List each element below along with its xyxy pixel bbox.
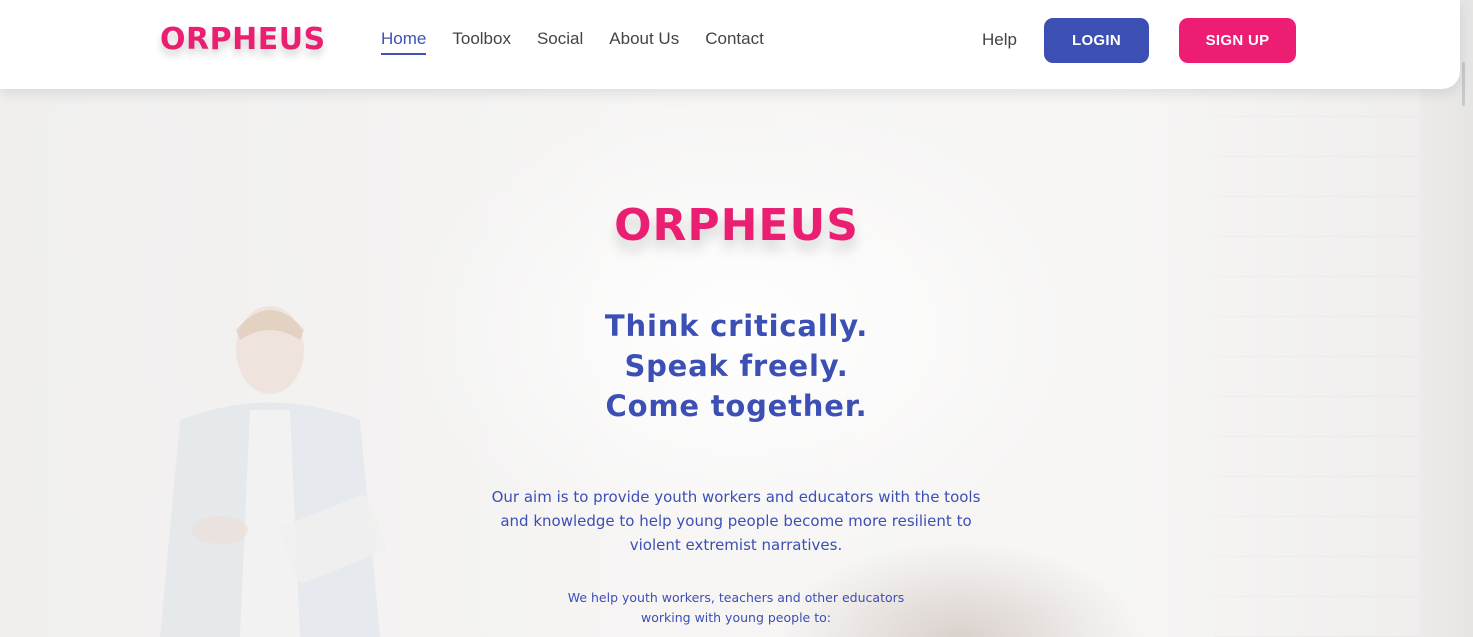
tagline-line: Come together.	[605, 389, 868, 423]
page: ORPHEUS Home Toolbox Social About Us Con…	[0, 0, 1473, 637]
nav-item-about-us[interactable]: About Us	[609, 29, 679, 55]
sign-up-button[interactable]: SIGN UP	[1179, 18, 1296, 63]
aim-line: violent extremist narratives.	[629, 536, 843, 554]
tagline-line: Think critically.	[604, 309, 869, 343]
aim-line: and knowledge to help young people becom…	[500, 512, 972, 530]
site-header: ORPHEUS Home Toolbox Social About Us Con…	[0, 0, 1460, 89]
login-button[interactable]: LOGIN	[1044, 18, 1149, 63]
nav-item-home[interactable]: Home	[381, 29, 427, 55]
aim-line: Our aim is to provide youth workers and …	[491, 488, 981, 506]
nav-item-social[interactable]: Social	[537, 29, 583, 55]
nav-item-toolbox[interactable]: Toolbox	[452, 29, 511, 55]
help-link[interactable]: Help	[982, 30, 1017, 50]
hero-logo: ORPHEUS	[614, 200, 859, 251]
header-logo[interactable]: ORPHEUS	[160, 22, 326, 57]
aim-paragraph: Our aim is to provide youth workers and …	[456, 485, 1016, 557]
scrollbar-thumb[interactable]	[1462, 62, 1465, 106]
hero-tagline: Think critically. Speak freely. Come tog…	[0, 306, 1473, 426]
nav-item-contact[interactable]: Contact	[705, 29, 764, 55]
help-intro-line: working with young people to:	[641, 610, 831, 625]
help-intro-paragraph: We help youth workers, teachers and othe…	[528, 588, 944, 628]
help-intro-line: We help youth workers, teachers and othe…	[567, 590, 905, 605]
main-nav: Home Toolbox Social About Us Contact	[381, 29, 790, 55]
tagline-line: Speak freely.	[624, 349, 849, 383]
